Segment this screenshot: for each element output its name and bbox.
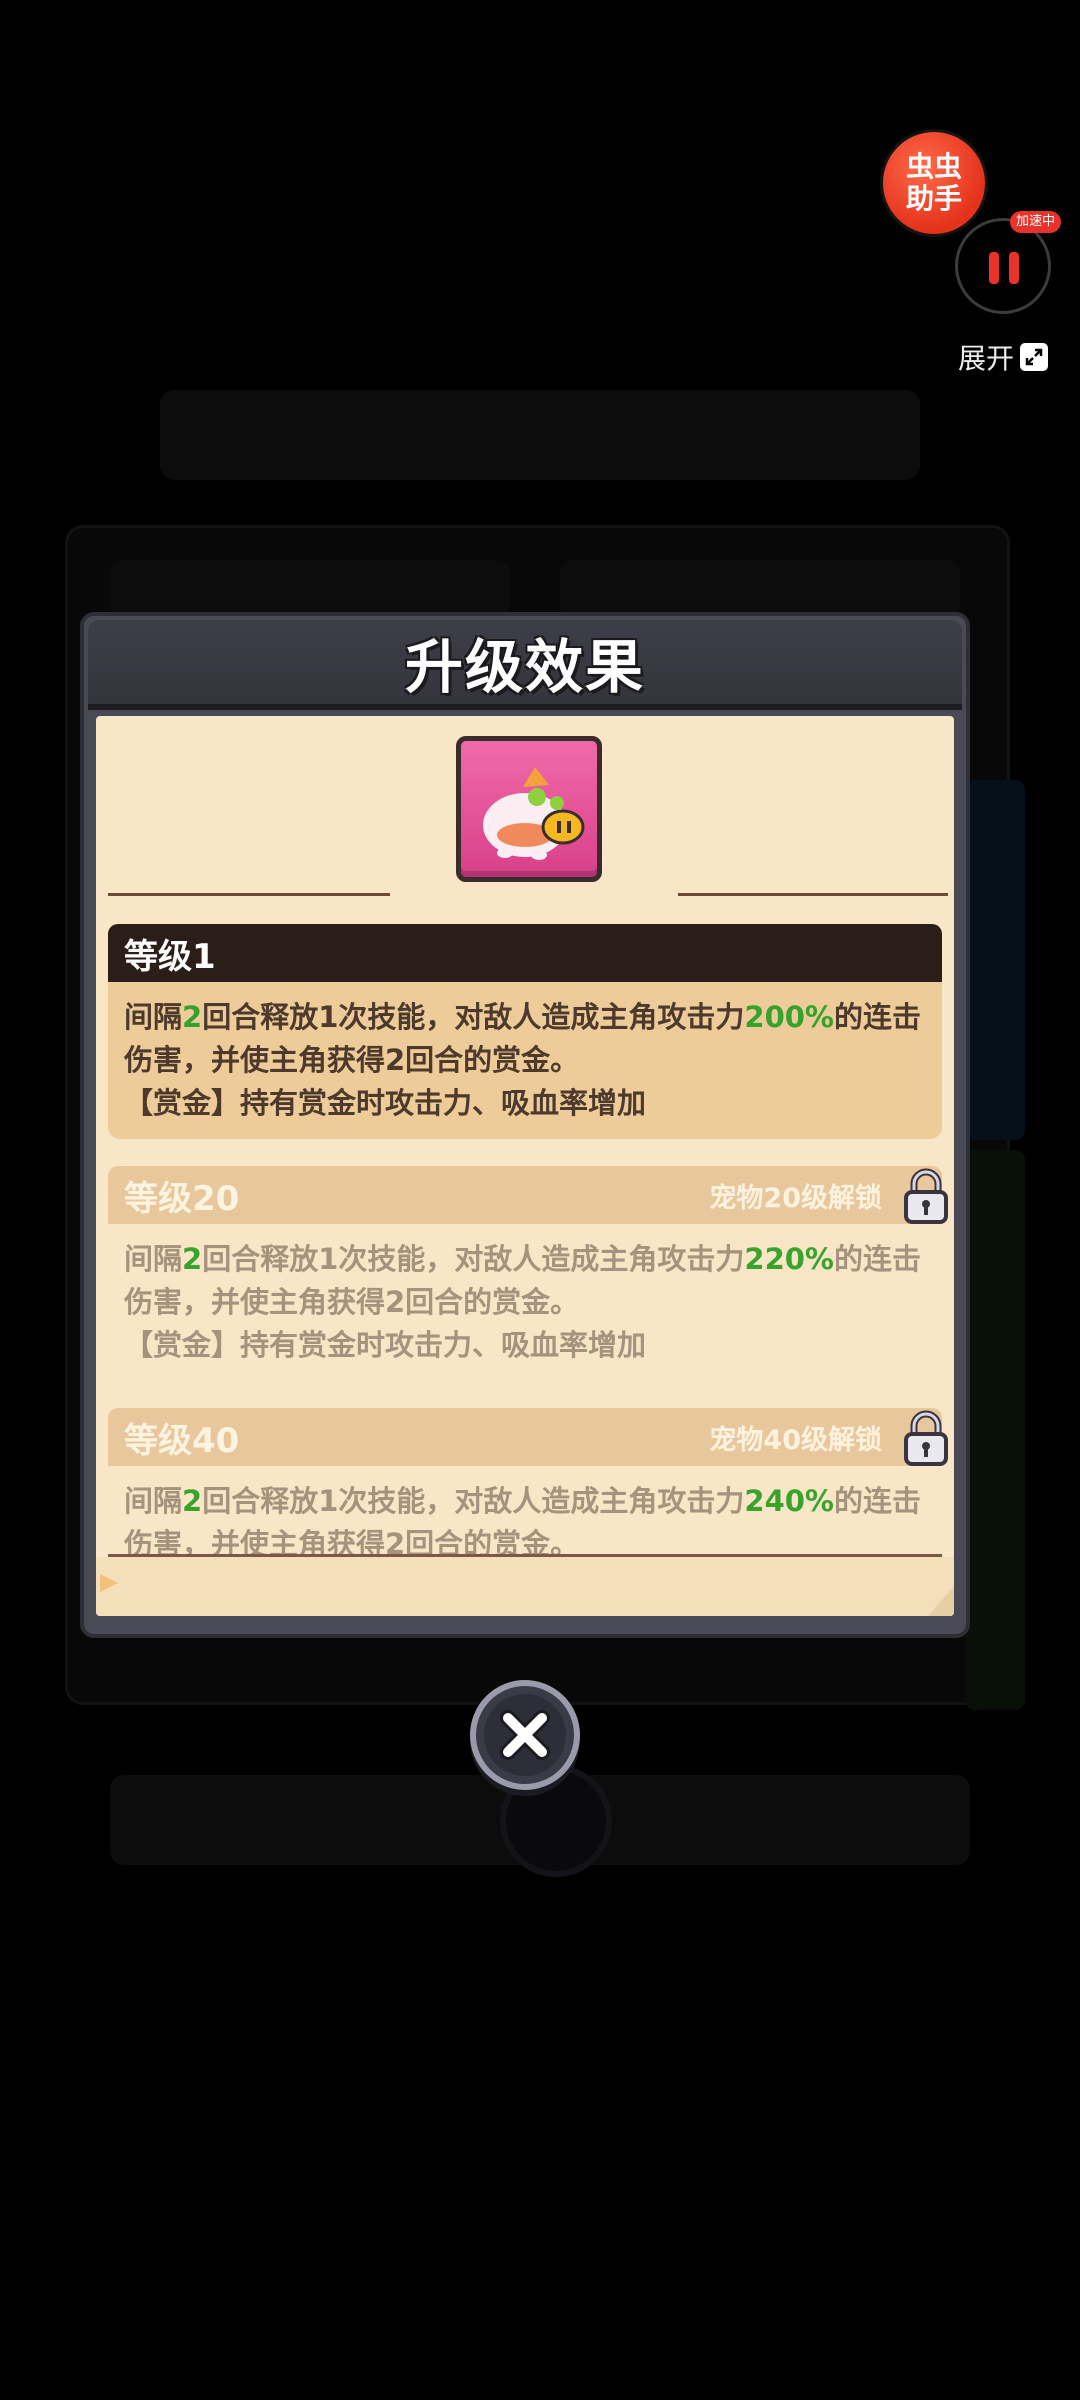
speed-badge: 加速中 — [1010, 211, 1062, 233]
pause-icon — [989, 252, 999, 284]
pause-icon — [1009, 252, 1019, 284]
divider-left — [108, 893, 390, 896]
pig-pet-icon — [456, 736, 602, 882]
padlock-icon — [904, 1410, 948, 1466]
background-slot — [965, 780, 1025, 1140]
expand-label: 展开 — [958, 342, 1015, 375]
desc-text: 回合释放1次技能，对敌人造成主角攻击力 — [202, 1242, 745, 1276]
background-slot — [965, 1150, 1025, 1710]
level-title: 等级20 — [124, 1178, 240, 1219]
level-description: 间隔2回合释放1次技能，对敌人造成主角攻击力200%的连击伤害，并使主角获得2回… — [108, 982, 942, 1139]
desc-text: 间隔 — [124, 1242, 183, 1276]
desc-highlight: 2 — [182, 1484, 203, 1518]
divider-right — [678, 893, 948, 896]
padlock-icon — [904, 1168, 948, 1224]
dialog-title: 升级效果 — [404, 633, 645, 701]
helper-label: 虫虫 助手 — [905, 150, 962, 215]
desc-highlight: 220% — [744, 1242, 834, 1276]
unlock-requirement: 宠物20级解锁 — [709, 1182, 882, 1214]
level-20-card: 等级20 宠物20级解锁 间隔2回合释放1次技能，对敌人造成主角攻击力220%的… — [108, 1166, 948, 1381]
level-header: 等级40 宠物40级解锁 — [108, 1408, 948, 1466]
helper-floating-button[interactable]: 虫虫 助手 — [883, 132, 985, 234]
expand-icon — [1020, 343, 1049, 371]
level-description: 间隔2回合释放1次技能，对敌人造成主角攻击力220%的连击伤害，并使主角获得2回… — [108, 1224, 942, 1381]
desc-text: 间隔 — [124, 1000, 183, 1034]
desc-highlight: 2 — [182, 1000, 203, 1034]
background-tab — [560, 560, 960, 620]
level-header: 等级20 宠物20级解锁 — [108, 1166, 948, 1224]
desc-text: 回合释放1次技能，对敌人造成主角攻击力 — [202, 1000, 745, 1034]
dialog-header: 升级效果 — [88, 620, 962, 710]
close-x-icon — [500, 1710, 550, 1760]
level-title: 等级40 — [124, 1420, 240, 1461]
desc-text: 间隔 — [124, 1484, 183, 1518]
scroll-fade-strip — [96, 1557, 954, 1616]
bounty-note: 【赏金】持有赏金时攻击力、吸血率增加 — [124, 1086, 647, 1120]
expand-button[interactable]: 展开 — [958, 338, 1049, 376]
dialog-body: 等级1 间隔2回合释放1次技能，对敌人造成主角攻击力200%的连击伤害，并使主角… — [96, 716, 954, 1616]
background-tab — [110, 560, 510, 620]
desc-highlight: 2 — [182, 1242, 203, 1276]
level-title: 等级1 — [124, 936, 216, 977]
scroll-bottom-rule — [108, 1554, 942, 1557]
bounty-note: 【赏金】持有赏金时攻击力、吸血率增加 — [124, 1328, 647, 1362]
background-banner — [160, 390, 920, 480]
corner-arrow-icon — [100, 1574, 118, 1592]
upgrade-effect-dialog: 升级效果 等级1 间隔2回合释放1次技能，对敌人造成主角攻击力200%的连击伤害… — [80, 612, 970, 1638]
desc-highlight: 200% — [744, 1000, 834, 1034]
desc-highlight: 240% — [744, 1484, 834, 1518]
close-button[interactable] — [470, 1680, 580, 1790]
desc-text: 回合释放1次技能，对敌人造成主角攻击力 — [202, 1484, 745, 1518]
corner-fold-icon — [928, 1586, 954, 1616]
level-header: 等级1 — [108, 924, 942, 982]
unlock-requirement: 宠物40级解锁 — [709, 1424, 882, 1456]
level-1-card: 等级1 间隔2回合释放1次技能，对敌人造成主角攻击力200%的连击伤害，并使主角… — [108, 924, 942, 1139]
